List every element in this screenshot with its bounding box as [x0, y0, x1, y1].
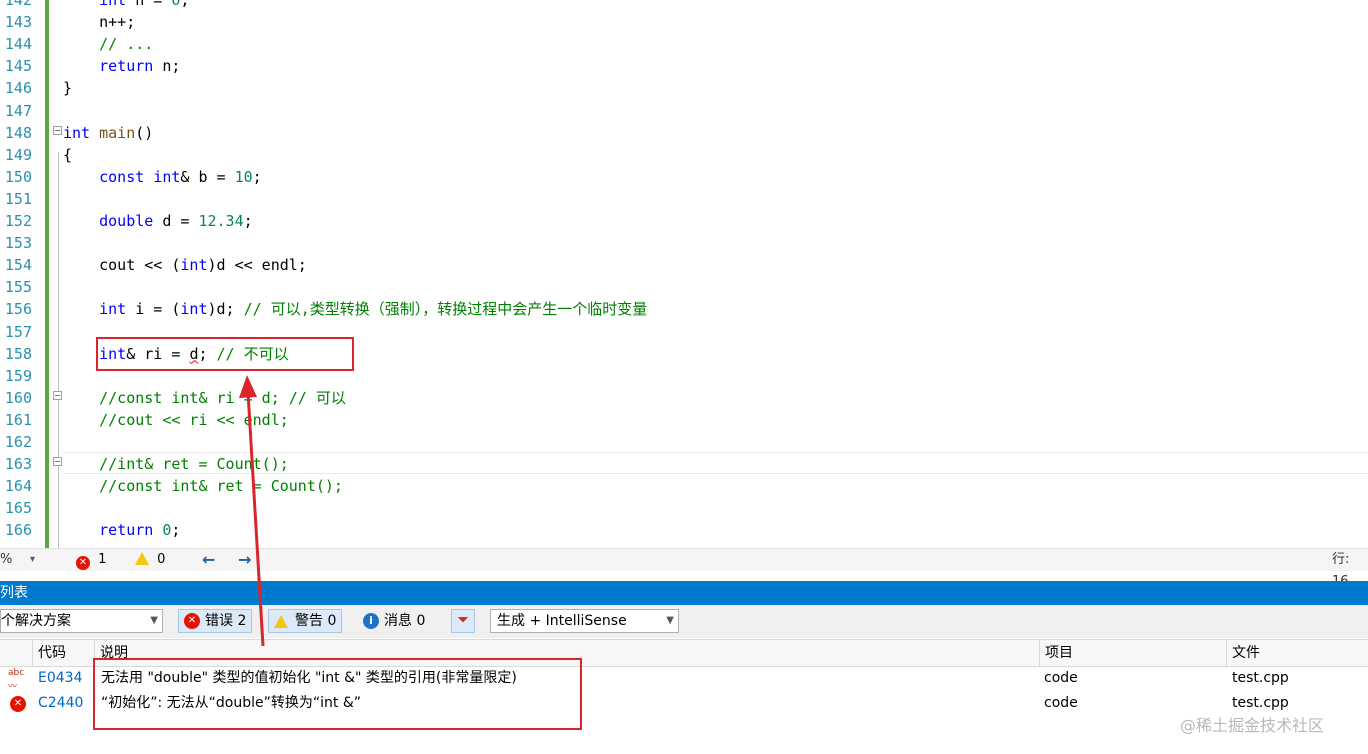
annotation-arrow	[239, 375, 265, 647]
watermark: @稀土掘金技术社区	[1180, 716, 1325, 735]
